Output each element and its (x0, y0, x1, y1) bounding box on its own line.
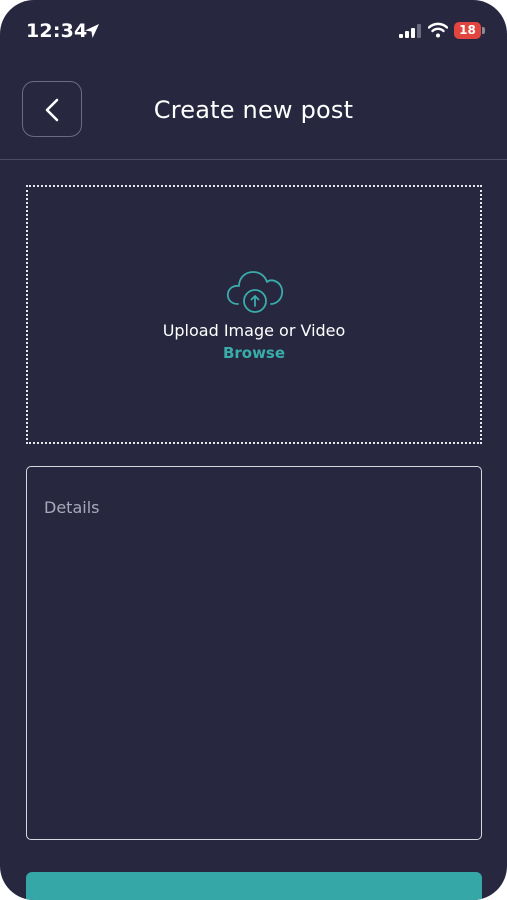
submit-button[interactable] (26, 872, 482, 900)
location-arrow-icon (85, 24, 99, 38)
app-screen: 12:34 18 Create new post Upload Image or… (0, 0, 507, 900)
wifi-icon (428, 22, 448, 38)
status-bar: 12:34 18 (0, 0, 507, 62)
status-time: 12:34 (26, 20, 88, 42)
browse-link[interactable]: Browse (28, 344, 480, 362)
details-textarea[interactable]: Details (26, 466, 482, 840)
cloud-upload-icon (226, 271, 284, 313)
battery-level: 18 (459, 23, 476, 37)
header: Create new post (0, 62, 507, 160)
page-title: Create new post (153, 96, 354, 124)
signal-icon (399, 24, 421, 38)
details-placeholder: Details (44, 498, 100, 517)
battery-cap (482, 27, 485, 34)
upload-label: Upload Image or Video (162, 321, 346, 340)
battery-icon: 18 (454, 22, 486, 39)
upload-dropzone[interactable]: Upload Image or Video Browse (26, 185, 482, 444)
